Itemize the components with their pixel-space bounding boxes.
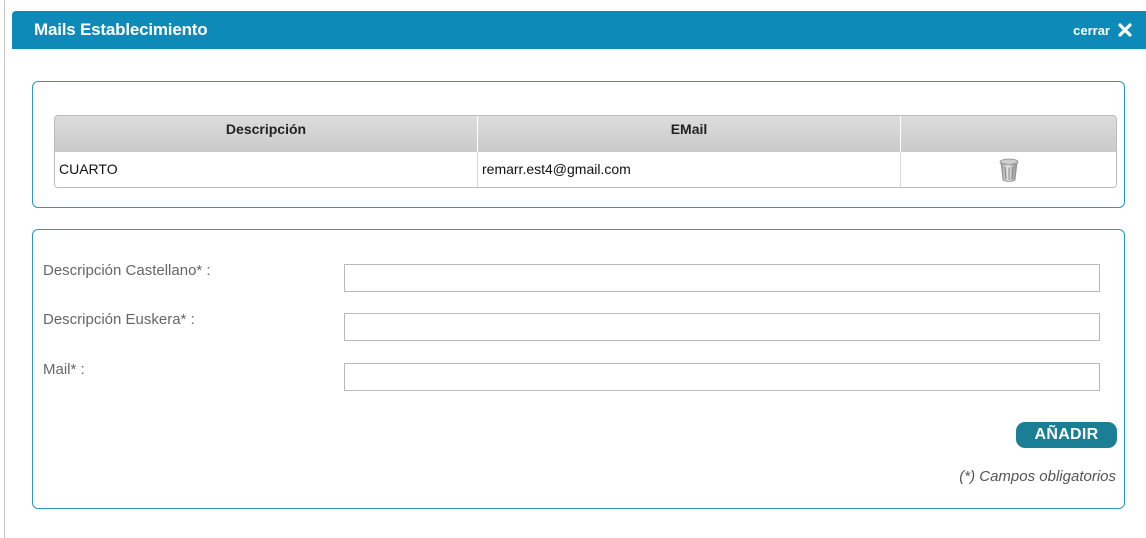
desc-castellano-input[interactable] <box>344 264 1100 292</box>
cell-descripcion: CUARTO <box>55 152 478 187</box>
form-row-desc-castellano: Descripción Castellano* : <box>43 261 1113 292</box>
table-row: CUARTO remarr.est4@gmail.com <box>55 152 1116 187</box>
desc-euskera-label: Descripción Euskera* : <box>43 311 195 328</box>
mail-form-panel: Descripción Castellano* : Descripción Eu… <box>32 229 1125 509</box>
desc-castellano-label: Descripción Castellano* : <box>43 262 211 279</box>
column-header-actions <box>901 116 1116 152</box>
mail-input[interactable] <box>344 363 1100 391</box>
column-header-email: EMail <box>478 116 901 152</box>
close-icon[interactable] <box>1118 23 1132 37</box>
mail-list-panel: Descripción EMail CUARTO remarr.est4@gma… <box>32 81 1125 208</box>
dialog-title: Mails Establecimiento <box>34 20 208 39</box>
left-border <box>4 0 5 538</box>
form-row-mail: Mail* : <box>43 360 1113 391</box>
add-button[interactable]: AÑADIR <box>1016 422 1117 448</box>
dialog-titlebar: Mails Establecimiento cerrar <box>12 11 1146 49</box>
desc-euskera-input[interactable] <box>344 313 1100 341</box>
table-header: Descripción EMail <box>55 116 1116 152</box>
cell-email: remarr.est4@gmail.com <box>478 152 901 187</box>
column-header-descripcion: Descripción <box>55 116 478 152</box>
cell-actions <box>901 152 1116 187</box>
required-fields-note: (*) Campos obligatorios <box>959 468 1116 485</box>
mail-table: Descripción EMail CUARTO remarr.est4@gma… <box>54 115 1117 188</box>
close-button[interactable]: cerrar <box>1073 11 1132 49</box>
close-label[interactable]: cerrar <box>1073 23 1110 38</box>
form-row-desc-euskera: Descripción Euskera* : <box>43 310 1113 341</box>
trash-icon[interactable] <box>998 157 1020 183</box>
mail-label: Mail* : <box>43 361 85 378</box>
